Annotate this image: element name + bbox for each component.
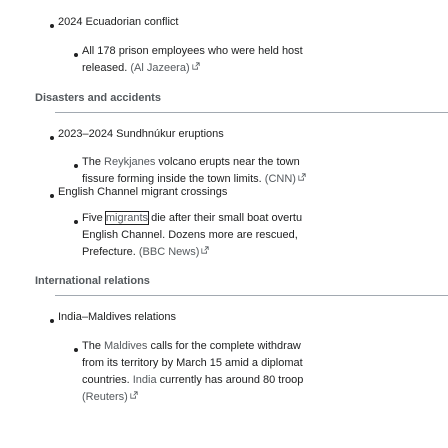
bullet-icon [74, 348, 78, 352]
heading-international: International relations [35, 275, 150, 287]
bullet-icon [50, 194, 54, 198]
source-link-reuters[interactable]: (Reuters) [82, 391, 128, 403]
external-link-icon [130, 391, 138, 399]
link-reykjanes[interactable]: Reykjanes [104, 156, 155, 168]
bullet-icon [74, 164, 78, 168]
maldives-item-line4: (Reuters) [82, 391, 138, 403]
bullet-icon [74, 53, 78, 57]
link-migrants[interactable]: migrants [104, 211, 150, 225]
source-link-bbc[interactable]: (BBC News) [139, 246, 200, 258]
divider [55, 112, 448, 113]
heading-disasters: Disasters and accidents [35, 92, 161, 104]
sundhnukur-item-line1: The Reykjanes volcano erupts near the to… [82, 156, 300, 168]
bullet-icon [50, 319, 54, 323]
ecuador-item-line2: released. (Al Jazeera) [82, 62, 200, 74]
channel-item-line2: English Channel. Dozens more are rescued… [82, 229, 298, 241]
maldives-item-line3: countries. India currently has around 80… [82, 374, 304, 386]
topic-sundhnukur[interactable]: 2023–2024 Sundhnúkur eruptions [58, 128, 224, 140]
divider [55, 295, 448, 296]
external-link-icon [201, 246, 209, 254]
source-link-cnn[interactable]: (CNN) [265, 173, 296, 185]
maldives-item-line2: from its territory by March 15 amid a di… [82, 357, 303, 369]
channel-item-line1: Five migrants die after their small boat… [82, 211, 303, 225]
bullet-icon [50, 24, 54, 28]
topic-india-maldives[interactable]: India–Maldives relations [58, 311, 176, 323]
sundhnukur-item-line2: fissure forming inside the town limits. … [82, 173, 306, 185]
topic-english-channel[interactable]: English Channel migrant crossings [58, 186, 227, 198]
external-link-icon [192, 62, 200, 70]
external-link-icon [298, 173, 306, 181]
source-link-al-jazeera[interactable]: (Al Jazeera) [130, 62, 189, 74]
topic-ecuador[interactable]: 2024 Ecuadorian conflict [58, 16, 178, 28]
bullet-icon [50, 136, 54, 140]
maldives-item-line1: The Maldives calls for the complete with… [82, 340, 301, 352]
link-india[interactable]: India [133, 374, 157, 386]
ecuador-item-line1: All 178 prison employees who were held h… [82, 45, 303, 57]
link-maldives[interactable]: Maldives [104, 340, 147, 352]
channel-item-line3: Prefecture. (BBC News) [82, 246, 209, 258]
bullet-icon [74, 220, 78, 224]
